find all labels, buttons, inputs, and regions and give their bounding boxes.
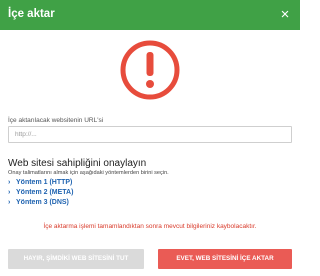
verify-description: Onay talimatlarını almak için aşağıdaki … bbox=[8, 170, 169, 176]
method-meta-link[interactable]: › Yöntem 2 (META) bbox=[8, 189, 73, 196]
chevron-right-icon: › bbox=[8, 189, 11, 196]
method-dns-link[interactable]: › Yöntem 3 (DNS) bbox=[8, 199, 69, 206]
data-loss-warning: İçe aktarma işlemi tamamlandıktan sonra … bbox=[43, 223, 257, 230]
method-label: Yöntem 2 (META) bbox=[16, 189, 74, 196]
close-icon[interactable]: × bbox=[276, 6, 294, 24]
url-input[interactable] bbox=[8, 126, 292, 143]
method-http-link[interactable]: › Yöntem 1 (HTTP) bbox=[8, 179, 72, 186]
url-field-label: İçe aktarılacak websitenin URL'si bbox=[8, 117, 104, 124]
verify-title: Web sitesi sahipliğini onaylayın bbox=[8, 158, 147, 169]
dialog-header: İçe aktar × bbox=[0, 0, 300, 30]
chevron-right-icon: › bbox=[8, 179, 11, 186]
method-label: Yöntem 3 (DNS) bbox=[16, 199, 69, 206]
exclamation-circle-icon bbox=[120, 40, 180, 100]
import-website-button[interactable]: EVET, WEB SİTESİNİ İÇE AKTAR bbox=[158, 249, 292, 269]
method-label: Yöntem 1 (HTTP) bbox=[16, 179, 73, 186]
import-dialog: İçe aktar × İçe aktarılacak websitenin U… bbox=[0, 0, 300, 276]
dialog-title: İçe aktar bbox=[8, 8, 55, 20]
keep-current-website-button[interactable]: HAYIR, ŞİMDİKİ WEB SİTESİNİ TUT bbox=[8, 249, 144, 269]
chevron-right-icon: › bbox=[8, 199, 11, 206]
